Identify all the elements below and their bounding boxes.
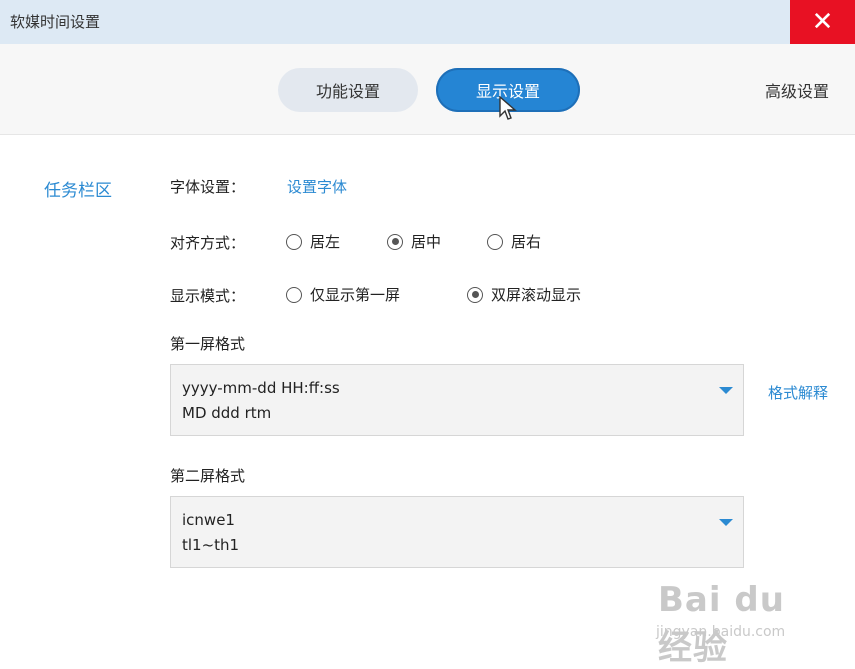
screen2-format-label: 第二屏格式: [170, 467, 246, 485]
mode-dual-scroll-label: 双屏滚动显示: [491, 286, 582, 304]
watermark-url: jingyan.baidu.com: [656, 624, 786, 640]
radio-checked-icon: [387, 233, 403, 250]
radio-checked-icon: [467, 286, 483, 303]
align-left-radio[interactable]: 居左: [286, 231, 340, 252]
align-right-label: 居右: [511, 233, 542, 251]
format-help-link[interactable]: 格式解释: [768, 382, 828, 403]
tab-function-settings[interactable]: 功能设置: [278, 68, 418, 112]
section-taskbar[interactable]: 任务栏区: [44, 176, 112, 201]
baidu-watermark: Bai du经验 jingyan.baidu.com: [652, 574, 812, 668]
screen1-format-line2: MD ddd rtm: [182, 404, 272, 422]
close-button[interactable]: ✕: [790, 0, 855, 44]
tab-bar: 功能设置 显示设置 高级设置: [0, 44, 855, 135]
close-icon: ✕: [811, 7, 834, 37]
align-center-label: 居中: [411, 233, 442, 251]
radio-icon: [487, 233, 503, 250]
mode-first-screen-label: 仅显示第一屏: [310, 286, 401, 304]
dropdown-arrow-icon[interactable]: [719, 519, 733, 526]
set-font-link[interactable]: 设置字体: [287, 176, 347, 197]
screen2-format-dropdown[interactable]: icnwe1 tl1~th1: [170, 496, 744, 568]
screen2-format-line2: tl1~th1: [182, 536, 240, 554]
mode-dual-scroll-radio[interactable]: 双屏滚动显示: [467, 284, 581, 305]
dropdown-arrow-icon[interactable]: [719, 387, 733, 394]
display-mode-label: 显示模式：: [170, 287, 246, 305]
align-right-radio[interactable]: 居右: [487, 231, 541, 252]
mode-first-screen-radio[interactable]: 仅显示第一屏: [286, 284, 400, 305]
screen1-format-dropdown[interactable]: yyyy-mm-dd HH:ff:ss MD ddd rtm: [170, 364, 744, 436]
screen2-format-line1: icnwe1: [182, 511, 235, 529]
align-center-radio[interactable]: 居中: [387, 231, 441, 252]
radio-icon: [286, 286, 302, 303]
alignment-label: 对齐方式：: [170, 234, 246, 252]
screen1-format-line1: yyyy-mm-dd HH:ff:ss: [182, 379, 340, 397]
window-title: 软媒时间设置: [10, 13, 101, 31]
screen1-format-label: 第一屏格式: [170, 335, 246, 353]
title-bar: 软媒时间设置: [0, 0, 855, 44]
font-settings-label: 字体设置：: [170, 178, 246, 196]
tab-advanced-settings[interactable]: 高级设置: [750, 68, 844, 112]
radio-icon: [286, 233, 302, 250]
mouse-cursor-icon: [499, 96, 517, 120]
align-left-label: 居左: [310, 233, 341, 251]
